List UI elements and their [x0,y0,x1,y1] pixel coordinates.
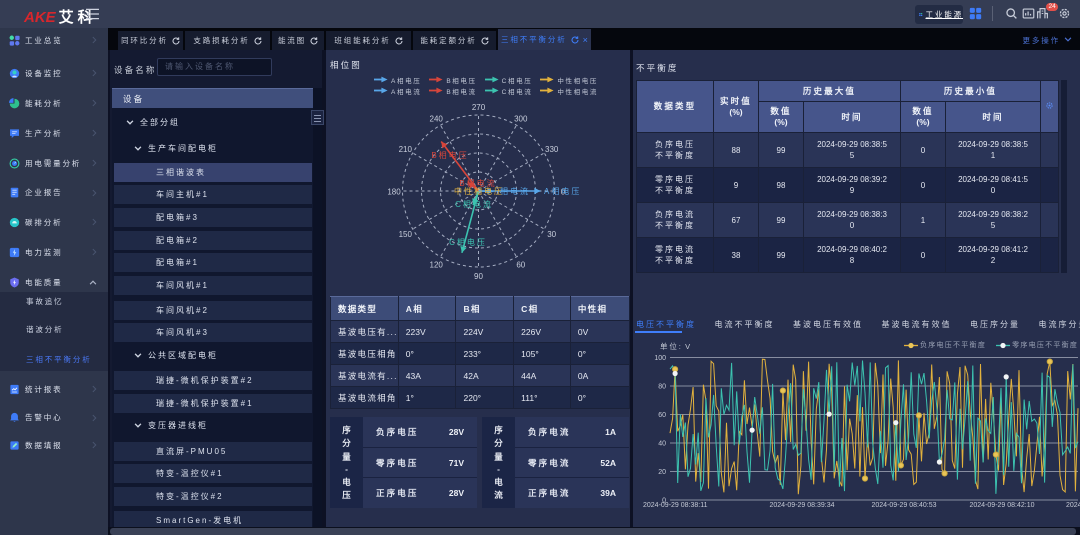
svg-text:80: 80 [658,384,666,391]
svg-text:2024-09-29 08:42:10: 2024-09-29 08:42:10 [970,502,1035,509]
svg-text:相电流: 相电流 [500,186,530,196]
svg-text:210: 210 [399,145,413,154]
svg-text:C相电流: C相电流 [455,199,493,209]
svg-text:2024-09-29 08:43:26: 2024-09-29 08:43:26 [1066,502,1080,509]
svg-text:40: 40 [658,441,666,448]
svg-text:90: 90 [474,272,483,281]
svg-text:2024-09-29 08:38:11: 2024-09-29 08:38:11 [643,502,708,509]
svg-text:中性相电压: 中性相电压 [454,186,504,196]
svg-text:100: 100 [654,355,666,362]
svg-text:A相电压: A相电压 [544,186,581,196]
svg-text:2024-09-29 08:40:53: 2024-09-29 08:40:53 [872,502,937,509]
svg-text:30: 30 [547,230,556,239]
svg-text:C相电压: C相电压 [449,237,487,247]
svg-text:60: 60 [658,412,666,419]
svg-text:2024-09-29 08:39:34: 2024-09-29 08:39:34 [770,502,835,509]
svg-text:240: 240 [430,114,444,123]
svg-text:B相电压: B相电压 [431,150,468,160]
svg-text:120: 120 [430,261,444,270]
svg-text:270: 270 [472,103,486,112]
svg-text:300: 300 [514,114,528,123]
svg-text:150: 150 [399,230,413,239]
svg-text:330: 330 [545,145,559,154]
svg-text:20: 20 [658,469,666,476]
svg-text:180: 180 [387,188,401,197]
svg-text:60: 60 [516,261,525,270]
